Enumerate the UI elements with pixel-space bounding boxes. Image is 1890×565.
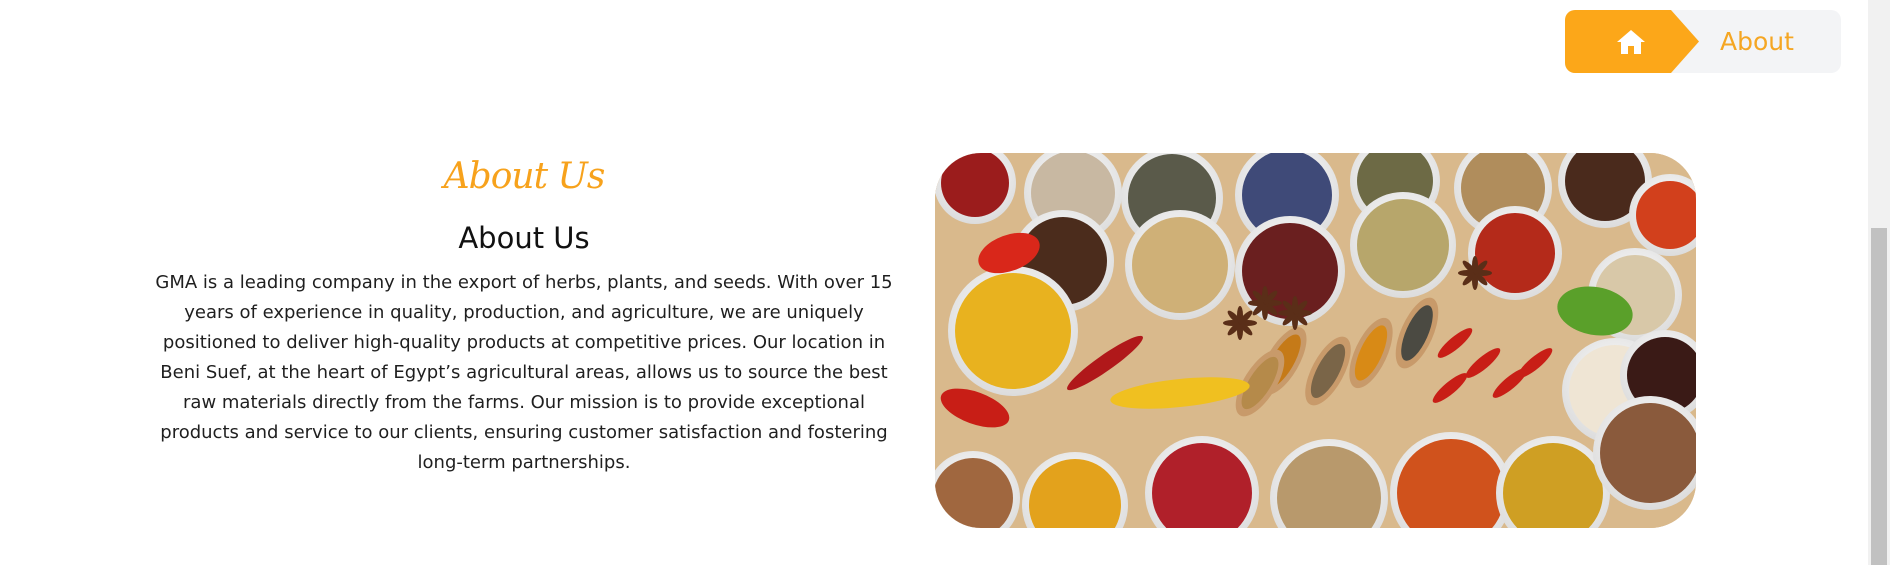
- section-eyebrow: About Us: [443, 156, 606, 197]
- about-page: About About Us About Us GMA is a leading…: [0, 0, 1890, 565]
- breadcrumb: About: [1565, 10, 1841, 73]
- about-description: GMA is a leading company in the export o…: [155, 272, 893, 473]
- page-scrollbar[interactable]: [1868, 0, 1890, 565]
- about-section: About Us About Us GMA is a leading compa…: [140, 150, 908, 478]
- home-icon: [1617, 30, 1645, 54]
- breadcrumb-home-link[interactable]: [1565, 10, 1699, 73]
- spices-image: [935, 153, 1696, 528]
- section-heading: About Us: [458, 221, 590, 255]
- breadcrumb-current: About: [1720, 27, 1794, 56]
- scrollbar-thumb[interactable]: [1871, 228, 1887, 565]
